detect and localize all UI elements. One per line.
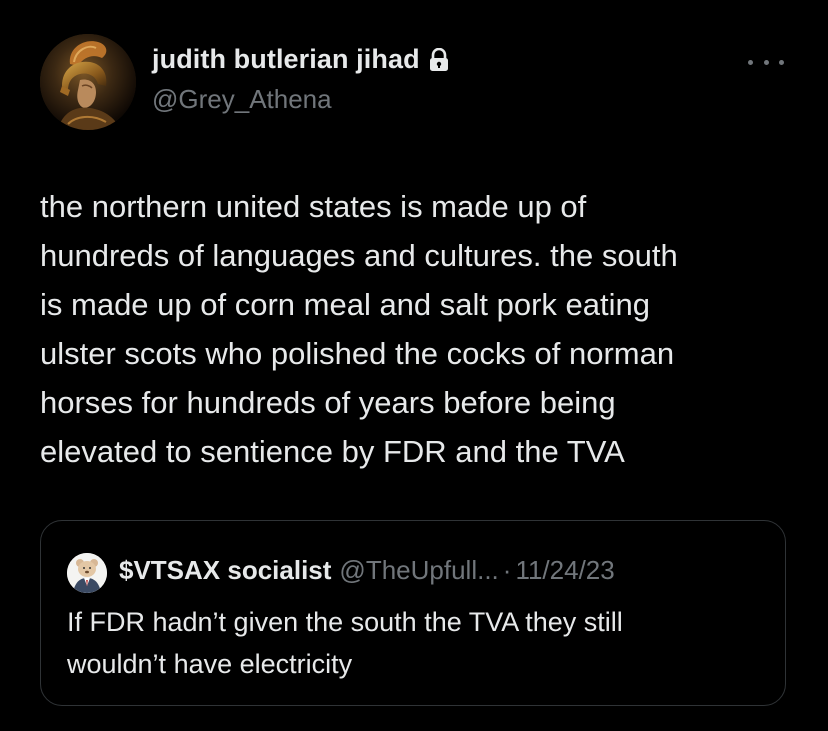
suited-figure-icon: [67, 553, 107, 593]
lock-icon: [428, 47, 450, 72]
author-avatar[interactable]: [40, 34, 136, 130]
quote-author-handle[interactable]: @TheUpfull...: [339, 555, 498, 586]
more-options-icon[interactable]: [748, 52, 784, 72]
quote-date[interactable]: 11/24/23: [515, 555, 614, 586]
quote-separator: ·: [502, 555, 512, 585]
quote-author-name[interactable]: $VTSAX socialist: [119, 555, 331, 586]
author-name[interactable]: judith butlerian jihad: [152, 44, 420, 75]
more-dot: [779, 59, 784, 65]
tweet-text: the northern united states is made up of…: [40, 189, 678, 469]
tweet-detail: judith butlerian jihad @Grey_Athena the …: [0, 0, 828, 731]
quote-header: $VTSAX socialist @TheUpfull... · 11/24/2…: [119, 555, 615, 586]
quote-text: If FDR hadn’t given the south the TVA th…: [67, 607, 623, 679]
author-name-row: judith butlerian jihad: [152, 44, 450, 75]
quote-author-avatar[interactable]: [67, 553, 107, 593]
quoted-tweet-card[interactable]: $VTSAX socialist @TheUpfull... · 11/24/2…: [40, 520, 786, 706]
more-dot: [748, 59, 753, 65]
more-dot: [763, 59, 769, 65]
helmeted-figure-portrait: [40, 34, 136, 130]
author-handle[interactable]: @Grey_Athena: [152, 84, 332, 115]
